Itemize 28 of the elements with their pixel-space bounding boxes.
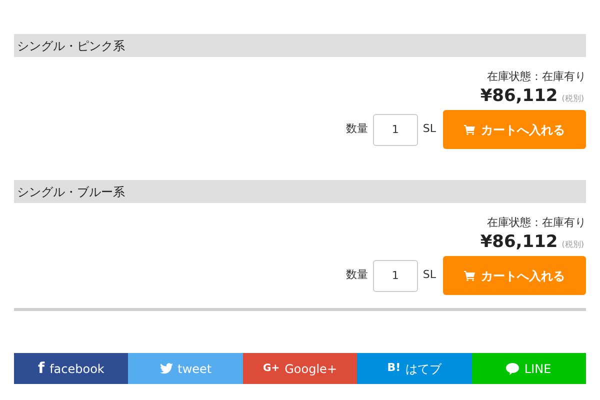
google-plus-logo-icon: G+: [263, 361, 280, 376]
unit-label: SL: [422, 121, 436, 138]
price: ¥86,112: [480, 231, 558, 253]
cart-icon: [464, 124, 475, 134]
quantity-label: 数量: [346, 121, 368, 138]
unit-label: SL: [422, 267, 436, 284]
stock-status: 在庫状態：在庫有り: [487, 69, 586, 85]
share-button[interactable]: tweet: [128, 353, 243, 384]
tax-note: (税別): [562, 239, 584, 251]
section-title: シングル・ピンク系: [17, 38, 125, 54]
quantity-field[interactable]: 1: [372, 114, 418, 146]
speech-bubble-icon: [506, 362, 520, 374]
bird-icon: [160, 363, 173, 374]
price: ¥86,112: [480, 85, 558, 107]
stock-status: 在庫状態：在庫有り: [487, 215, 586, 231]
section-title: シングル・ブルー系: [17, 184, 125, 200]
share-button[interactable]: LINE: [472, 353, 586, 384]
cart-icon: [464, 270, 475, 280]
share-button[interactable]: f facebook: [14, 353, 128, 384]
tax-note: (税別): [562, 93, 584, 105]
hatena-logo-icon: B!: [387, 360, 401, 377]
quantity-field[interactable]: 1: [372, 260, 418, 292]
quantity-label: 数量: [346, 267, 368, 284]
add-to-cart-button[interactable]: カートへ入れる: [443, 256, 586, 295]
share-button[interactable]: B! はてブ: [357, 353, 472, 384]
facebook-logo-icon: f: [38, 357, 45, 380]
share-button[interactable]: G+ Google+: [242, 353, 358, 384]
add-to-cart-button[interactable]: カートへ入れる: [443, 110, 586, 149]
